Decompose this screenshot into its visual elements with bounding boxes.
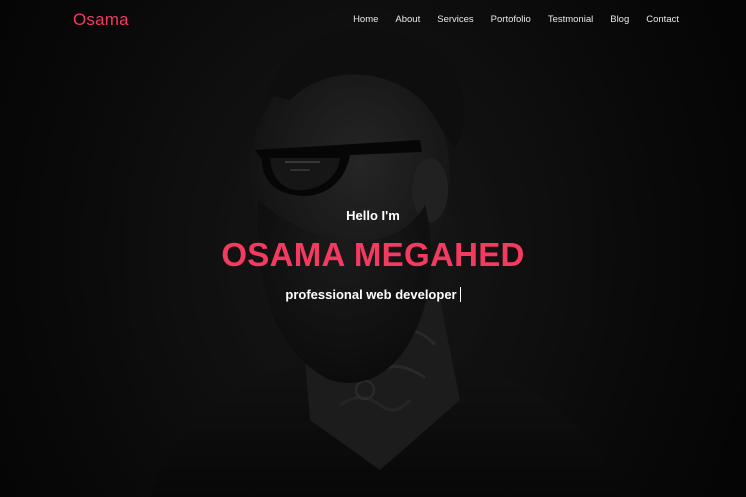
hero-section: Osama Home About Services Portofolio Tes… (0, 0, 746, 497)
hero-content: Hello I'm OSAMA MEGAHED professional web… (0, 0, 746, 497)
hero-greeting: Hello I'm (346, 208, 400, 223)
text-cursor-icon (459, 287, 461, 302)
nav-item-testmonial[interactable]: Testmonial (548, 14, 593, 25)
nav-item-home[interactable]: Home (353, 14, 378, 25)
nav-item-blog[interactable]: Blog (610, 14, 629, 25)
nav-item-contact[interactable]: Contact (646, 14, 679, 25)
nav-item-about[interactable]: About (395, 14, 420, 25)
nav-menu: Home About Services Portofolio Testmonia… (336, 14, 679, 25)
brand-logo[interactable]: Osama (73, 10, 129, 30)
nav-item-portofolio[interactable]: Portofolio (491, 14, 531, 25)
hero-role: professional web developer (285, 287, 457, 302)
hero-role-line: professional web developer (0, 287, 746, 302)
top-navbar: Osama Home About Services Portofolio Tes… (0, 0, 746, 42)
nav-item-services[interactable]: Services (437, 14, 473, 25)
hero-name: OSAMA MEGAHED (221, 236, 525, 273)
